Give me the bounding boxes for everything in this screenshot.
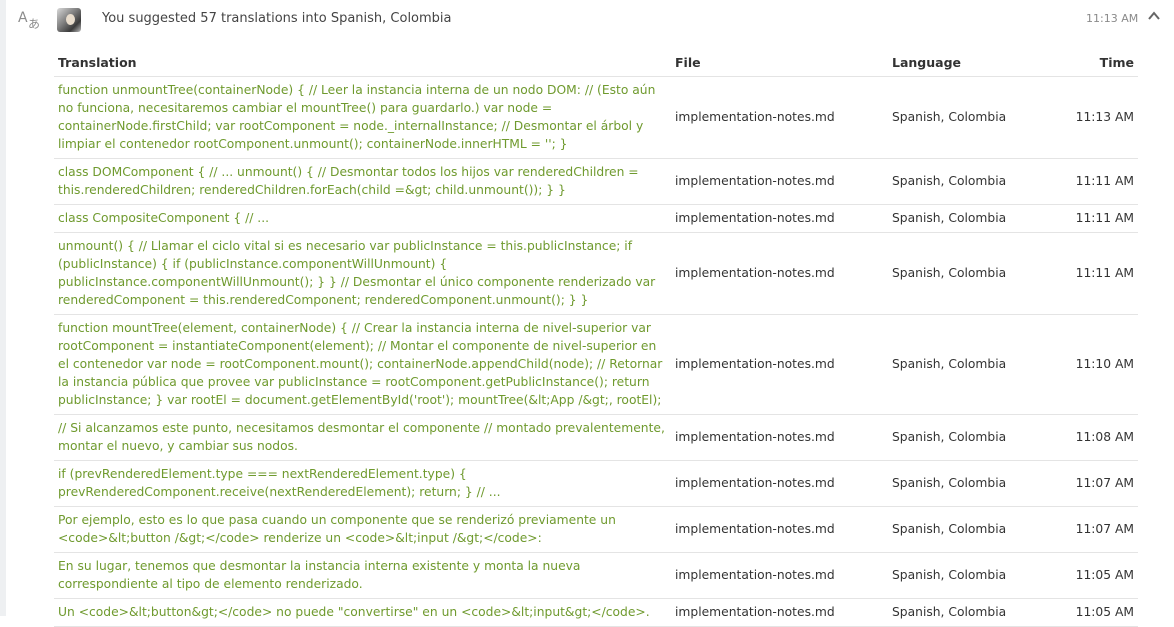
table-row: En su lugar, tenemos que desmontar la in… [54, 552, 1138, 599]
translation-link[interactable]: En su lugar, tenemos que desmontar la in… [54, 552, 671, 599]
row-time: 11:11 AM [1048, 232, 1138, 315]
translation-link[interactable]: class CompositeComponent { // ... [54, 204, 671, 233]
row-time: 11:05 AM [1048, 598, 1138, 627]
translation-link[interactable]: function unmountTree(containerNode) { //… [54, 76, 671, 159]
language-name: Spanish, Colombia [888, 76, 1048, 159]
language-name: Spanish, Colombia [888, 314, 1048, 415]
translation-link[interactable]: Por ejemplo, esto es lo que pasa cuando … [54, 506, 671, 553]
table-row: if (prevRenderedElement.type === nextRen… [54, 460, 1138, 507]
row-time: 11:11 AM [1048, 204, 1138, 233]
translation-link[interactable]: // Si alcanzamos este punto, necesitamos… [54, 414, 671, 461]
language-name: Spanish, Colombia [888, 232, 1048, 315]
user-avatar[interactable] [57, 8, 81, 32]
file-name: implementation-notes.md [671, 232, 888, 315]
file-name: implementation-notes.md [671, 76, 888, 159]
column-header-time: Time [1048, 50, 1138, 77]
file-name: implementation-notes.md [671, 460, 888, 507]
row-time: 11:08 AM [1048, 414, 1138, 461]
row-time: 11:07 AM [1048, 506, 1138, 553]
translation-link[interactable]: class DOMComponent { // ... unmount() { … [54, 158, 671, 205]
translations-table: Translation File Language Time function … [54, 50, 1138, 627]
column-header-file: File [671, 50, 888, 77]
language-name: Spanish, Colombia [888, 506, 1048, 553]
file-name: implementation-notes.md [671, 158, 888, 205]
activity-time: 11:13 AM [1086, 12, 1139, 25]
file-name: implementation-notes.md [671, 598, 888, 627]
activity-rail [0, 0, 6, 616]
language-name: Spanish, Colombia [888, 204, 1048, 233]
table-header-row: Translation File Language Time [54, 50, 1138, 77]
table-row: class CompositeComponent { // ... implem… [54, 204, 1138, 233]
translation-link[interactable]: Un <code>&lt;button&gt;</code> no puede … [54, 598, 671, 627]
file-name: implementation-notes.md [671, 204, 888, 233]
file-name: implementation-notes.md [671, 506, 888, 553]
row-time: 11:10 AM [1048, 314, 1138, 415]
row-time: 11:13 AM [1048, 76, 1138, 159]
translation-link[interactable]: function mountTree(element, containerNod… [54, 314, 671, 415]
table-row: class DOMComponent { // ... unmount() { … [54, 158, 1138, 205]
table-row: unmount() { // Llamar el ciclo vital si … [54, 232, 1138, 315]
table-row: Por ejemplo, esto es lo que pasa cuando … [54, 506, 1138, 553]
table-row: function mountTree(element, containerNod… [54, 314, 1138, 415]
chevron-up-icon[interactable] [1147, 9, 1161, 23]
file-name: implementation-notes.md [671, 314, 888, 415]
file-name: implementation-notes.md [671, 414, 888, 461]
column-header-translation: Translation [54, 50, 671, 77]
language-name: Spanish, Colombia [888, 158, 1048, 205]
column-header-language: Language [888, 50, 1048, 77]
activity-headline: You suggested 57 translations into Spani… [102, 11, 452, 26]
file-name: implementation-notes.md [671, 552, 888, 599]
language-name: Spanish, Colombia [888, 460, 1048, 507]
table-row: // Si alcanzamos este punto, necesitamos… [54, 414, 1138, 461]
table-row: Un <code>&lt;button&gt;</code> no puede … [54, 598, 1138, 627]
row-time: 11:05 AM [1048, 552, 1138, 599]
language-name: Spanish, Colombia [888, 598, 1048, 627]
row-time: 11:07 AM [1048, 460, 1138, 507]
translation-link[interactable]: unmount() { // Llamar el ciclo vital si … [54, 232, 671, 315]
table-row: function unmountTree(containerNode) { //… [54, 76, 1138, 159]
language-name: Spanish, Colombia [888, 552, 1048, 599]
row-time: 11:11 AM [1048, 158, 1138, 205]
translate-icon: Aあ [18, 10, 41, 31]
translation-link[interactable]: if (prevRenderedElement.type === nextRen… [54, 460, 671, 507]
language-name: Spanish, Colombia [888, 414, 1048, 461]
